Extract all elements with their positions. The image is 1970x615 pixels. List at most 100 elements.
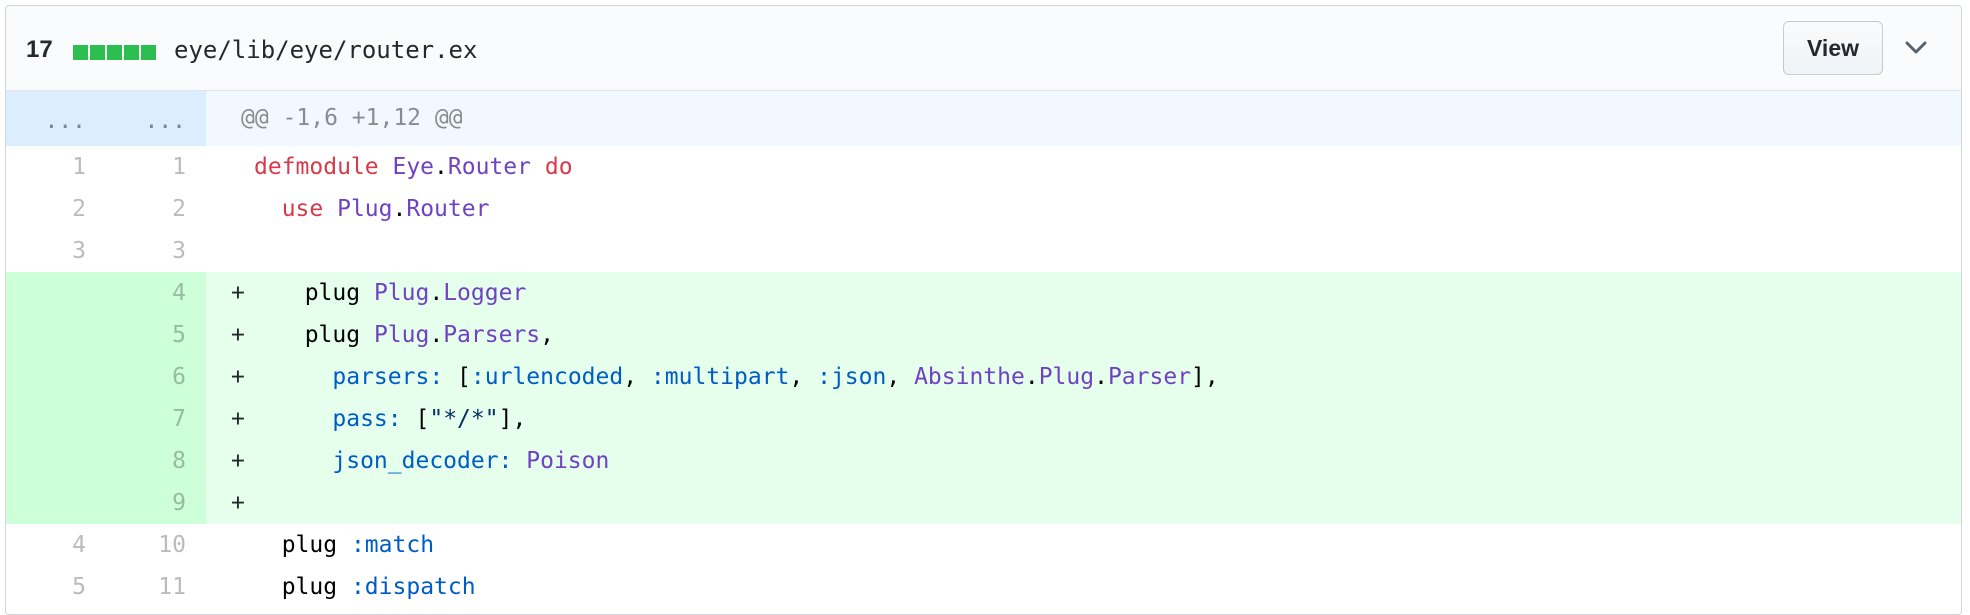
diff-line-added: 7 + pass: ["*/*"], (6, 398, 1961, 440)
code-line: parsers: [:urlencoded, :multipart, :json… (277, 356, 1218, 398)
code-token: :urlencoded (470, 364, 624, 390)
diff-line-added: 4 + plug Plug.Logger (6, 272, 1961, 314)
code-line: json_decoder: Poison (277, 440, 609, 482)
diff-file: 17 eye/lib/eye/router.ex View ... ... @@… (5, 5, 1962, 615)
addition-marker: + (231, 280, 245, 306)
view-file-button[interactable]: View (1783, 21, 1883, 75)
code-token: :multipart (650, 364, 790, 390)
old-line-number[interactable] (6, 398, 86, 440)
hunk-expand-new[interactable]: ... (106, 91, 186, 146)
new-line-number[interactable]: 11 (106, 566, 186, 608)
code-line: use Plug.Router (254, 188, 490, 230)
diffstat-block-added (73, 45, 88, 60)
code-token: Logger (443, 280, 527, 306)
diff-line-context: 22 use Plug.Router (6, 188, 1961, 230)
code-token: Parsers (443, 322, 541, 348)
diffstat-count: 17 (26, 36, 53, 63)
new-line-number[interactable]: 7 (106, 398, 186, 440)
code-token: , (540, 322, 554, 348)
code-token: . (1024, 364, 1039, 390)
file-header: 17 eye/lib/eye/router.ex View (6, 6, 1961, 91)
code-token: plug (304, 280, 361, 306)
code-token: Plug (373, 322, 430, 348)
diffstat-block-added (90, 45, 105, 60)
old-line-number[interactable] (6, 314, 86, 356)
diffstat-block-added (141, 45, 156, 60)
hunk-expand-old[interactable]: ... (6, 91, 86, 146)
hunk-header: @@ -1,6 +1,12 @@ (241, 105, 463, 131)
code-token: Eye (392, 154, 435, 180)
old-line-number[interactable]: 4 (6, 524, 86, 566)
diff-line-context: 33 (6, 230, 1961, 272)
new-line-number[interactable]: 1 (106, 146, 186, 188)
code-token: do (544, 154, 573, 180)
new-line-number[interactable]: 9 (106, 482, 186, 524)
code-token: Router (447, 154, 531, 180)
new-line-number[interactable]: 4 (106, 272, 186, 314)
old-line-number[interactable]: 1 (6, 146, 86, 188)
new-line-number[interactable]: 6 (106, 356, 186, 398)
diffstat-block-added (124, 45, 139, 60)
code-line: pass: ["*/*"], (277, 398, 526, 440)
code-line: plug :match (254, 524, 434, 566)
diff-line-added: 9 + (6, 482, 1961, 524)
diff-lines: 1 1 defmodule Eye.Router do 2 2 use Plug.Rou… (6, 146, 1961, 608)
code-line: plug :dispatch (254, 566, 476, 608)
code-token: parsers: (332, 364, 444, 390)
new-line-number[interactable]: 10 (106, 524, 186, 566)
diff-line-added: 6 + parsers: [:urlencoded, :multipart, :j… (6, 356, 1961, 398)
new-line-number[interactable]: 2 (106, 188, 186, 230)
old-line-number[interactable]: 3 (6, 230, 86, 272)
code-token: . (434, 154, 448, 180)
diff-table: ... ... @@ -1,6 +1,12 @@ 1 1 defmodule Eye… (6, 91, 1961, 608)
old-line-number[interactable]: 5 (6, 566, 86, 608)
code-token: Plug (337, 196, 393, 222)
old-line-number[interactable] (6, 482, 86, 524)
old-line-number[interactable] (6, 272, 86, 314)
diff-line-added: 8 + json_decoder: Poison (6, 440, 1961, 482)
diff-line-context: 1 1 defmodule Eye.Router do (6, 146, 1961, 188)
diff-line-added: 5 + plug Plug.Parsers, (6, 314, 1961, 356)
code-line: defmodule Eye.Router do (254, 146, 573, 188)
addition-marker: + (231, 448, 245, 474)
code-token: . (429, 322, 444, 348)
code-token: pass: (332, 406, 402, 432)
code-token: Router (406, 196, 490, 222)
new-line-number[interactable]: 3 (106, 230, 186, 272)
code-token: . (392, 196, 407, 222)
code-token: , (623, 364, 651, 390)
addition-marker: + (231, 364, 245, 390)
file-path[interactable]: eye/lib/eye/router.ex (174, 36, 477, 64)
old-line-number[interactable] (6, 356, 86, 398)
code-token: . (429, 280, 444, 306)
new-line-number[interactable]: 5 (106, 314, 186, 356)
old-line-number[interactable] (6, 440, 86, 482)
addition-marker: + (231, 406, 245, 432)
code-token: :match (350, 532, 435, 558)
code-token: "*/*" (429, 406, 499, 432)
addition-marker: + (231, 490, 245, 516)
code-token: Parser (1107, 364, 1192, 390)
old-line-number[interactable]: 2 (6, 188, 86, 230)
new-line-number[interactable]: 8 (106, 440, 186, 482)
chevron-down-icon (1905, 41, 1927, 54)
code-token: defmodule (254, 154, 379, 180)
code-token: :json (817, 364, 887, 390)
collapse-file-button[interactable] (1901, 33, 1931, 63)
code-token: use (281, 196, 324, 222)
diffstat-bar (73, 45, 158, 60)
code-token: Plug (373, 280, 430, 306)
code-token: plug (281, 574, 338, 600)
